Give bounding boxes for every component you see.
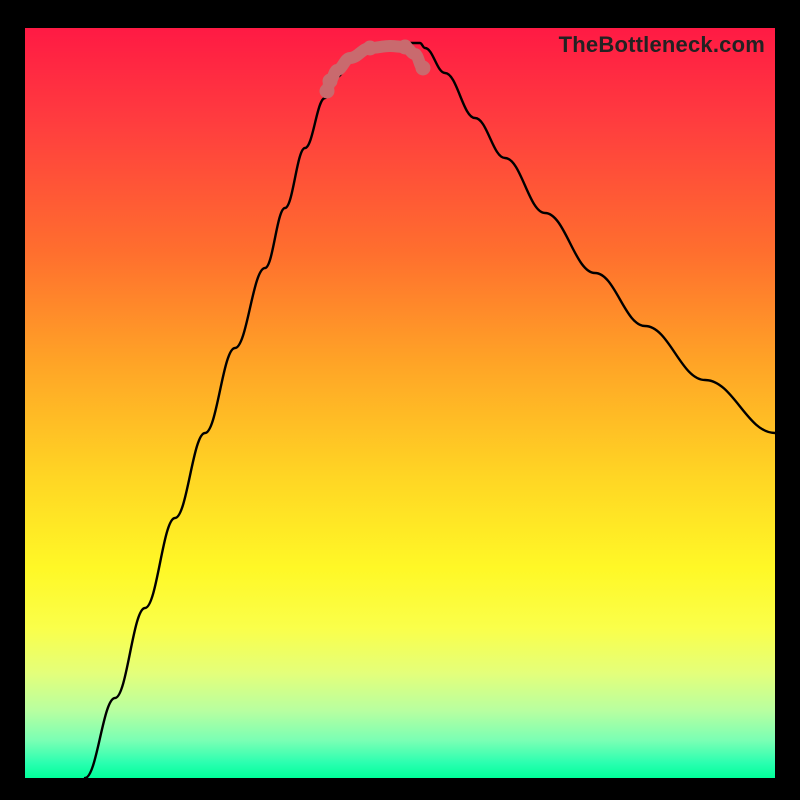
curve-svg [25,28,775,778]
watermark-text: TheBottleneck.com [559,32,765,58]
plot-frame: TheBottleneck.com [25,28,775,778]
bottleneck-curve [85,43,775,778]
highlight-dot [398,40,413,55]
highlight-dot [416,61,431,76]
highlight-dot [363,41,378,56]
highlight-dot [323,74,338,89]
